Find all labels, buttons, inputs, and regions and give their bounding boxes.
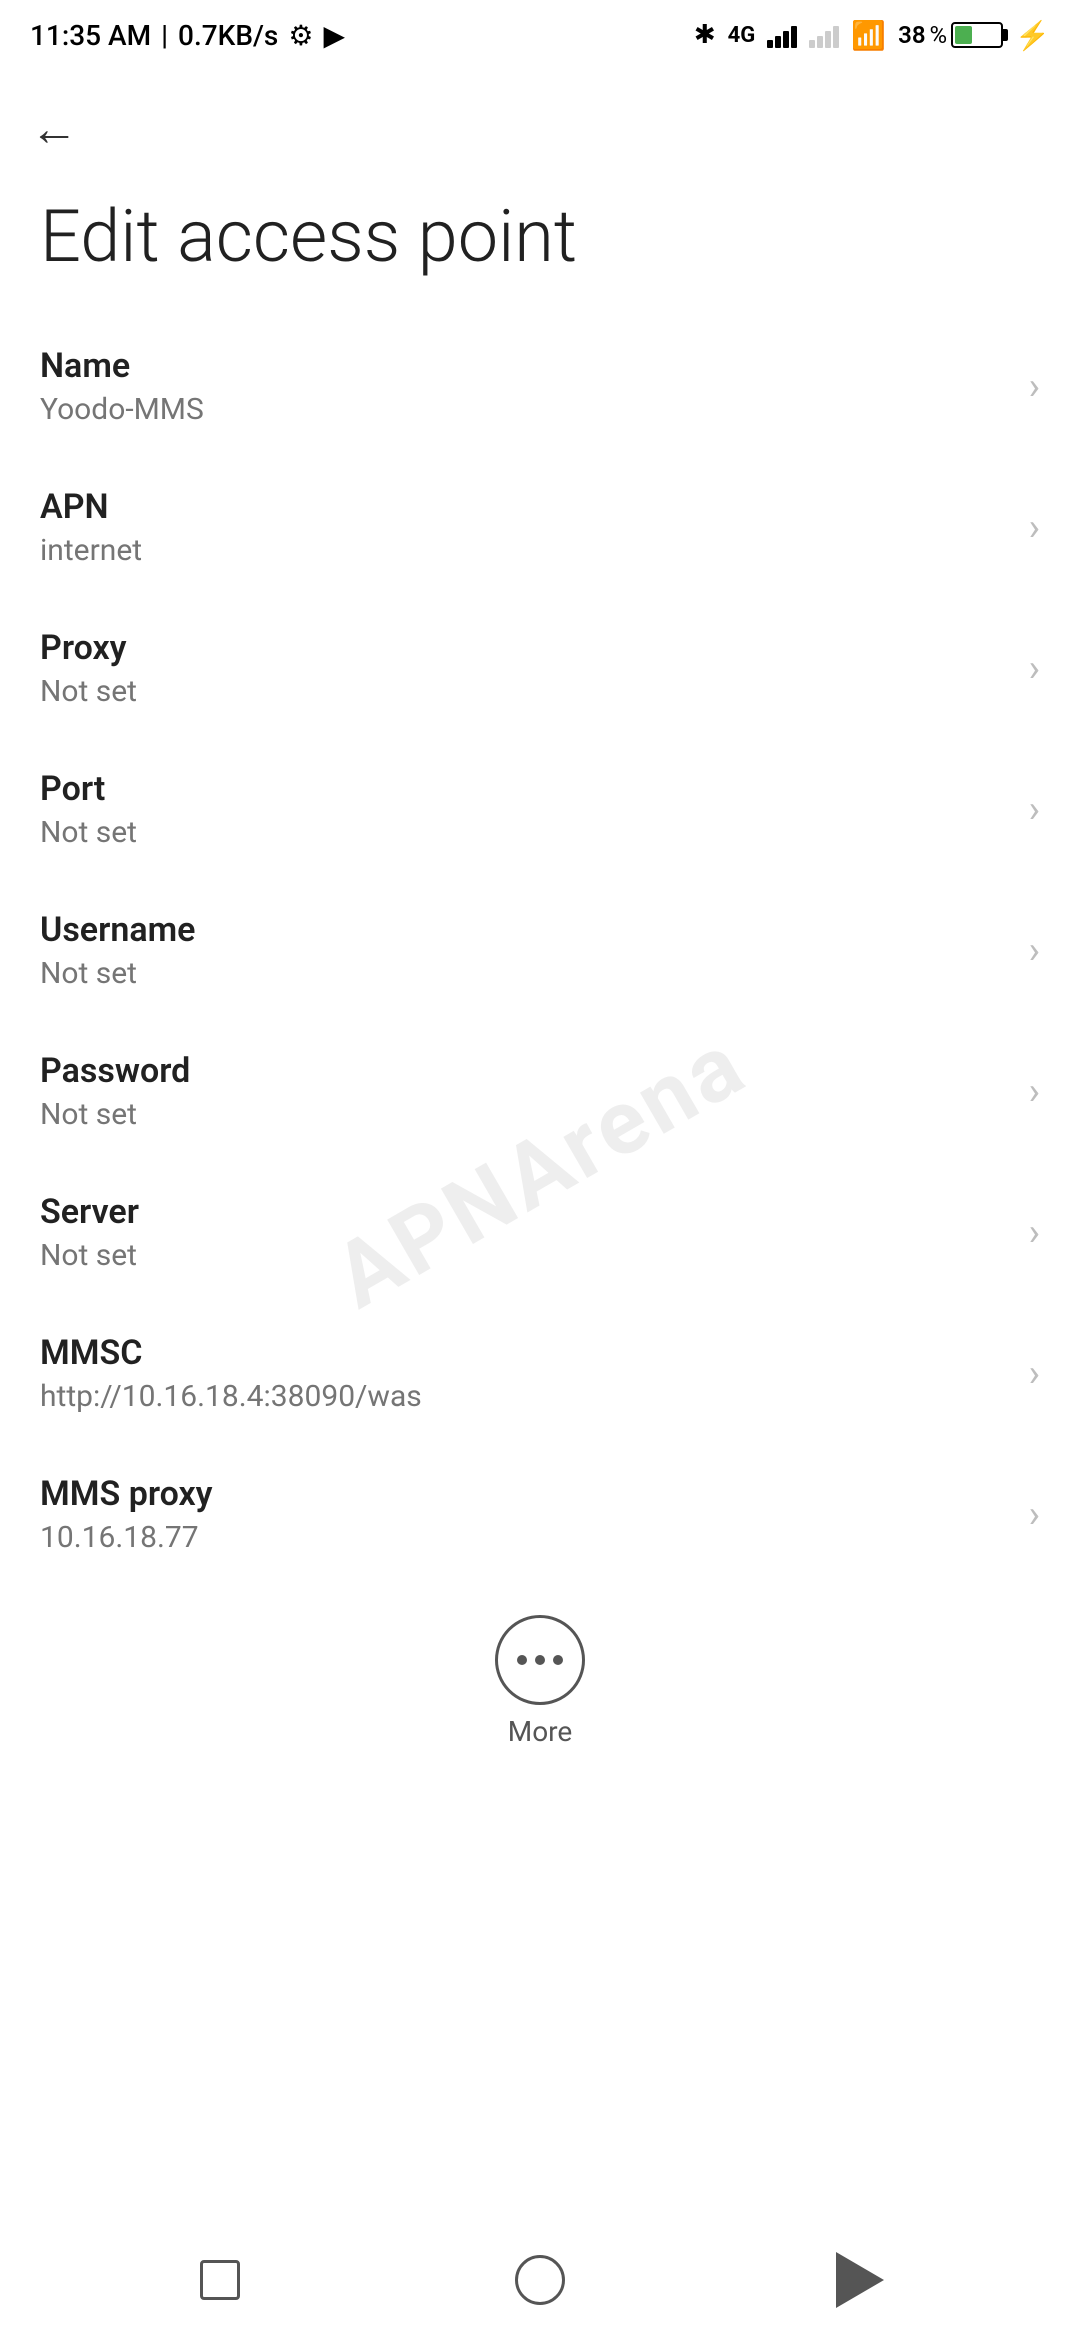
chevron-right-icon-password: › — [1029, 1070, 1040, 1114]
home-icon — [515, 2255, 565, 2305]
settings-item-server-content: Server Not set — [40, 1192, 1009, 1273]
settings-item-password[interactable]: Password Not set › — [0, 1021, 1080, 1162]
settings-list: Name Yoodo-MMS › APN internet › Proxy No… — [0, 316, 1080, 1585]
charging-icon: ⚡ — [1015, 19, 1050, 52]
settings-item-name-label: Name — [40, 346, 1009, 386]
settings-item-mmsc-value: http://10.16.18.4:38090/was — [40, 1379, 1009, 1414]
settings-item-mms-proxy-label: MMS proxy — [40, 1474, 1009, 1514]
settings-item-mmsc-content: MMSC http://10.16.18.4:38090/was — [40, 1333, 1009, 1414]
nav-home-button[interactable] — [500, 2240, 580, 2320]
chevron-right-icon-mmsc: › — [1029, 1352, 1040, 1396]
nav-back-button[interactable] — [820, 2240, 900, 2320]
time-display: 11:35 AM — [30, 19, 151, 52]
back-button[interactable]: ← — [0, 70, 1080, 177]
more-section: More — [0, 1585, 1080, 1768]
settings-item-mms-proxy-value: 10.16.18.77 — [40, 1520, 1009, 1555]
page-title: Edit access point — [0, 177, 1080, 316]
settings-item-apn-label: APN — [40, 487, 1009, 527]
settings-item-mms-proxy-content: MMS proxy 10.16.18.77 — [40, 1474, 1009, 1555]
settings-item-port-label: Port — [40, 769, 1009, 809]
settings-item-username-value: Not set — [40, 956, 1009, 991]
separator: | — [161, 19, 168, 52]
status-right: ✱ 4G 📶 38 % ⚡ — [694, 19, 1050, 52]
wifi-icon: 📶 — [851, 19, 886, 52]
settings-item-name-value: Yoodo-MMS — [40, 392, 1009, 427]
recents-icon — [200, 2260, 240, 2300]
settings-item-server-value: Not set — [40, 1238, 1009, 1273]
chevron-right-icon-apn: › — [1029, 506, 1040, 550]
network-4g-icon: 4G — [728, 23, 756, 48]
settings-item-apn[interactable]: APN internet › — [0, 457, 1080, 598]
settings-item-port[interactable]: Port Not set › — [0, 739, 1080, 880]
signal-bars-2 — [809, 22, 839, 48]
back-icon — [836, 2252, 884, 2308]
back-arrow-icon: ← — [30, 100, 78, 157]
more-button[interactable] — [495, 1615, 585, 1705]
settings-item-username-content: Username Not set — [40, 910, 1009, 991]
settings-item-name[interactable]: Name Yoodo-MMS › — [0, 316, 1080, 457]
settings-item-proxy[interactable]: Proxy Not set › — [0, 598, 1080, 739]
settings-item-proxy-label: Proxy — [40, 628, 1009, 668]
chevron-right-icon-mms-proxy: › — [1029, 1493, 1040, 1537]
signal-bars-1 — [767, 22, 797, 48]
chevron-right-icon-name: › — [1029, 365, 1040, 409]
settings-item-username-label: Username — [40, 910, 1009, 950]
settings-icon: ⚙ — [288, 19, 313, 52]
chevron-right-icon-proxy: › — [1029, 647, 1040, 691]
nav-recents-button[interactable] — [180, 2240, 260, 2320]
settings-item-proxy-value: Not set — [40, 674, 1009, 709]
more-dots-icon — [517, 1655, 563, 1665]
settings-item-apn-value: internet — [40, 533, 1009, 568]
chevron-right-icon-server: › — [1029, 1211, 1040, 1255]
chevron-right-icon-port: › — [1029, 788, 1040, 832]
settings-item-apn-content: APN internet — [40, 487, 1009, 568]
settings-item-server[interactable]: Server Not set › — [0, 1162, 1080, 1303]
settings-item-proxy-content: Proxy Not set — [40, 628, 1009, 709]
settings-item-name-content: Name Yoodo-MMS — [40, 346, 1009, 427]
settings-item-password-label: Password — [40, 1051, 1009, 1091]
settings-item-port-value: Not set — [40, 815, 1009, 850]
settings-item-mmsc[interactable]: MMSC http://10.16.18.4:38090/was › — [0, 1303, 1080, 1444]
settings-item-server-label: Server — [40, 1192, 1009, 1232]
nav-bar — [0, 2220, 1080, 2340]
settings-item-mms-proxy[interactable]: MMS proxy 10.16.18.77 › — [0, 1444, 1080, 1585]
settings-item-port-content: Port Not set — [40, 769, 1009, 850]
speed-display: 0.7KB/s — [178, 19, 278, 52]
settings-item-username[interactable]: Username Not set › — [0, 880, 1080, 1021]
battery-indicator: 38 % — [898, 21, 1003, 49]
video-icon: ▶ — [323, 19, 345, 52]
settings-item-mmsc-label: MMSC — [40, 1333, 1009, 1373]
more-label: More — [508, 1715, 573, 1748]
status-bar: 11:35 AM | 0.7KB/s ⚙ ▶ ✱ 4G 📶 38 % ⚡ — [0, 0, 1080, 70]
chevron-right-icon-username: › — [1029, 929, 1040, 973]
status-left: 11:35 AM | 0.7KB/s ⚙ ▶ — [30, 19, 345, 52]
settings-item-password-content: Password Not set — [40, 1051, 1009, 1132]
settings-item-password-value: Not set — [40, 1097, 1009, 1132]
bluetooth-icon: ✱ — [694, 20, 716, 50]
